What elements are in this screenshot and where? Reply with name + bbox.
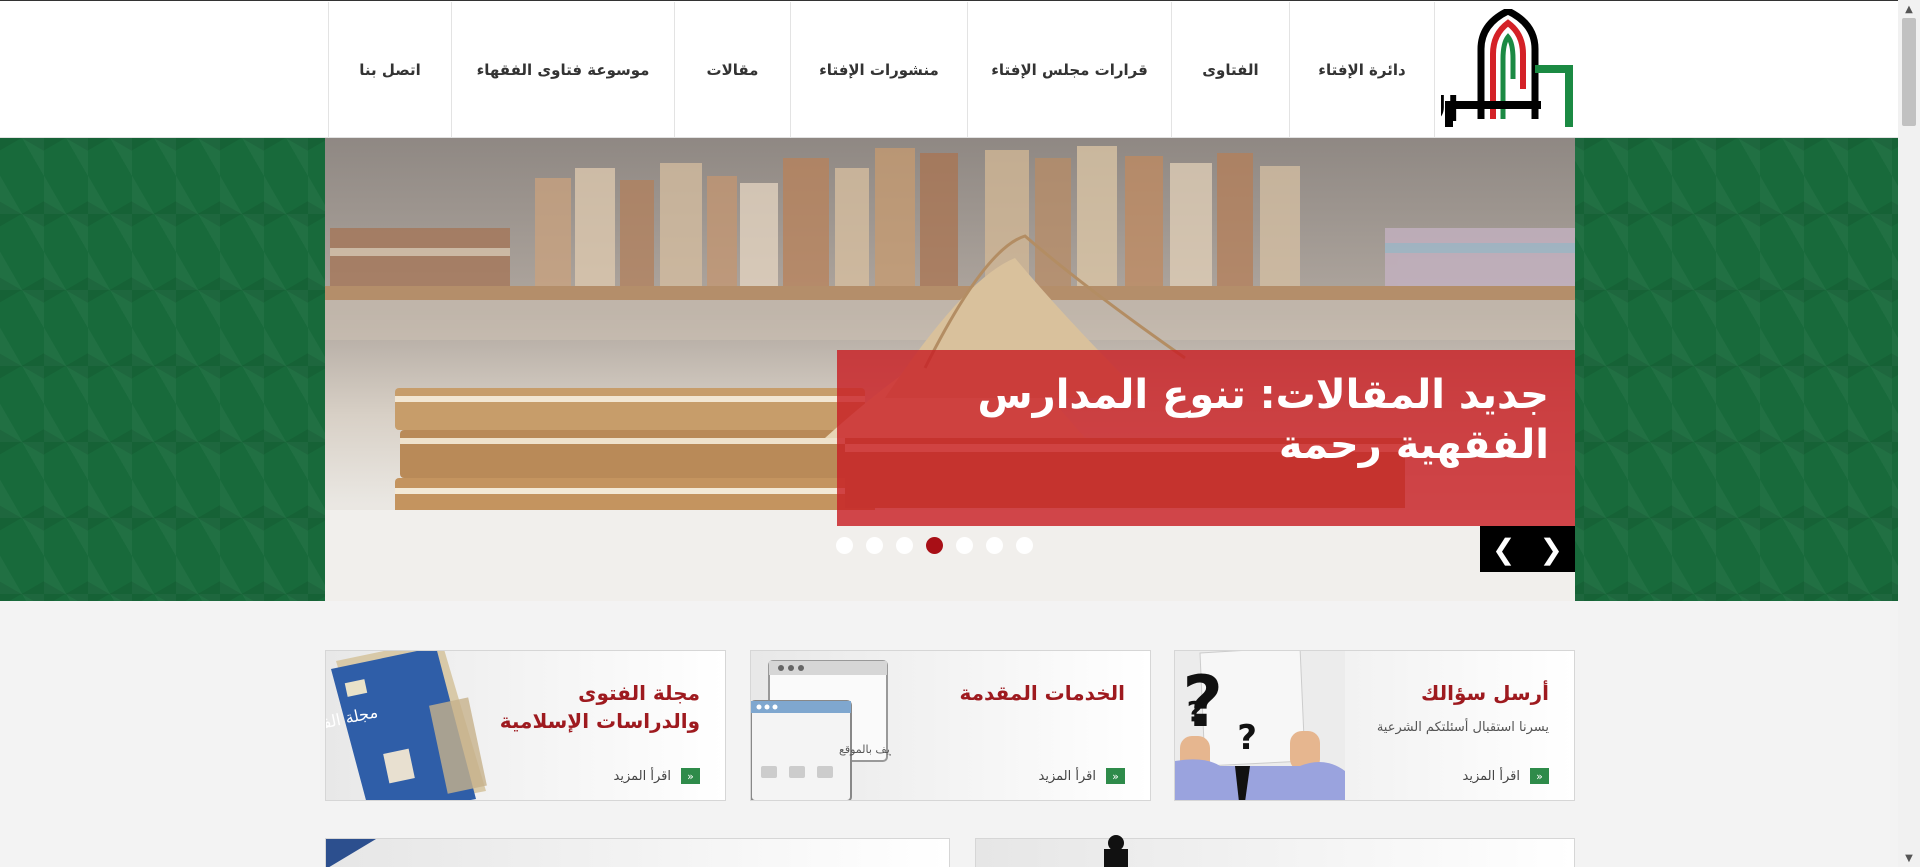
page-scrollbar[interactable]: ▲ ▼ <box>1898 0 1920 867</box>
nav-item-label: الفتاوى <box>1202 61 1259 79</box>
scroll-down-arrow-icon[interactable]: ▼ <box>1898 849 1920 867</box>
nav-item-council-decisions[interactable]: قرارات مجلس الإفتاء <box>967 2 1171 138</box>
people-icon <box>1104 835 1128 867</box>
nav-item-label: قرارات مجلس الإفتاء <box>991 61 1148 79</box>
card-title[interactable]: مجلة الفتوى والدراسات الإسلامية <box>470 679 700 735</box>
slider-dot-1[interactable] <box>836 537 853 554</box>
card-send-question[interactable]: ? ? ? أرسل سؤالك يسرنا استقبال أسئلتكم ا… <box>1174 650 1575 801</box>
card-title[interactable]: أرسل سؤالك <box>1319 679 1549 707</box>
scroll-up-arrow-icon[interactable]: ▲ <box>1898 0 1920 18</box>
slider-dot-4[interactable] <box>926 537 943 554</box>
read-more-link[interactable]: « اقرأ المزيد <box>1463 768 1549 784</box>
read-more-link[interactable]: « اقرأ المزيد <box>1039 768 1125 784</box>
read-more-label: اقرأ المزيد <box>1462 768 1520 784</box>
card-partial-left[interactable] <box>325 838 950 867</box>
slider-prev-icon[interactable]: ❮ <box>1480 526 1528 572</box>
nav-item-publications[interactable]: منشورات الإفتاء <box>790 2 967 138</box>
logo-emblem-icon: الإفتاء <box>1356 7 1573 130</box>
nav-item-fatwa-encyclopedia[interactable]: موسوعة فتاوى الفقهاء <box>451 2 674 138</box>
main-nav: اتصل بنا موسوعة فتاوى الفقهاء مقالات منش… <box>328 2 1435 138</box>
svg-text:الإفتاء: الإفتاء <box>1441 90 1459 127</box>
card-title[interactable]: الخدمات المقدمة <box>895 679 1125 707</box>
slider-dot-5[interactable] <box>956 537 973 554</box>
card-magazine[interactable]: مجلة الفتوى مجلة الفتوى والدراسات الإسلا… <box>325 650 726 801</box>
slider-dot-2[interactable] <box>866 537 883 554</box>
card-services[interactable]: تعريف بالموقع الخدمات المقدمة « اقرأ الم… <box>750 650 1151 801</box>
read-more-label: اقرأ المزيد <box>1038 768 1096 784</box>
slider-next-icon[interactable]: ❯ <box>1528 526 1576 572</box>
double-chevron-icon: « <box>1530 768 1549 784</box>
card-partial-right[interactable] <box>975 835 1575 867</box>
nav-item-ifta-department[interactable]: دائرة الإفتاء <box>1289 2 1435 138</box>
nav-item-label: دائرة الإفتاء <box>1318 61 1406 79</box>
slider-dot-7[interactable] <box>1016 537 1033 554</box>
slider-dot-6[interactable] <box>986 537 1003 554</box>
nav-item-label: اتصل بنا <box>359 61 421 79</box>
double-chevron-icon: « <box>1106 768 1125 784</box>
nav-item-label: مقالات <box>706 61 759 79</box>
nav-item-articles[interactable]: مقالات <box>674 2 790 138</box>
nav-item-contact[interactable]: اتصل بنا <box>328 2 451 138</box>
double-chevron-icon: « <box>681 768 700 784</box>
slider-arrows: ❮ ❯ <box>1480 526 1575 572</box>
browser-windows-image: تعريف بالموقع <box>751 660 891 800</box>
nav-item-label: موسوعة فتاوى الفقهاء <box>476 61 650 79</box>
nav-item-fatwas[interactable]: الفتاوى <box>1171 2 1289 138</box>
slider-dots <box>836 537 1033 554</box>
read-more-label: اقرأ المزيد <box>613 768 671 784</box>
svg-text:?: ? <box>1187 695 1203 728</box>
read-more-link[interactable]: « اقرأ المزيد <box>614 768 700 784</box>
svg-text:?: ? <box>1237 718 1257 758</box>
site-header: اتصل بنا موسوعة فتاوى الفقهاء مقالات منش… <box>0 0 1898 138</box>
card-description: يسرنا استقبال أسئلتكم الشرعية <box>1376 720 1549 735</box>
site-logo[interactable]: الإفتاء <box>1356 7 1576 130</box>
scrollbar-thumb[interactable] <box>1902 18 1916 126</box>
card-image-fragment <box>326 839 376 867</box>
slide-caption-text: جديد المقالات: تنوع المدارس الفقهية رحمة <box>977 372 1549 468</box>
svg-text:تعريف بالموقع: تعريف بالموقع <box>839 743 891 756</box>
nav-item-label: منشورات الإفتاء <box>819 61 939 79</box>
slide-caption[interactable]: جديد المقالات: تنوع المدارس الفقهية رحمة <box>837 350 1575 526</box>
slider-dot-3[interactable] <box>896 537 913 554</box>
